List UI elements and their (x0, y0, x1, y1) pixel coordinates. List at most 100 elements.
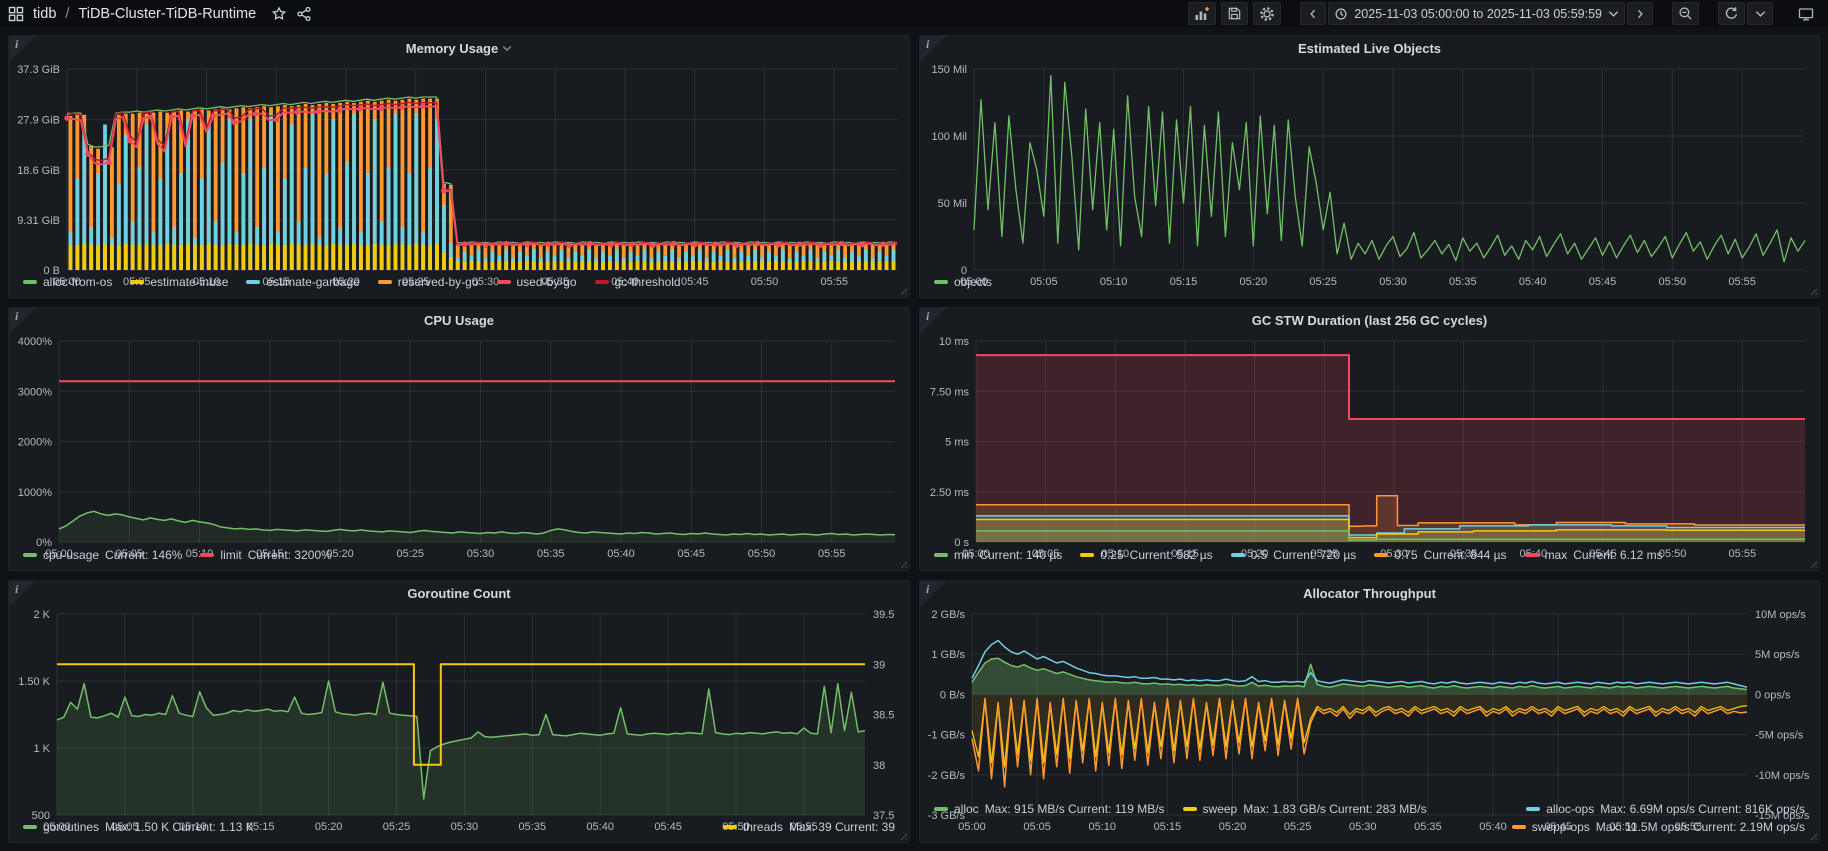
legend-item-reserved-by-go[interactable]: reserved-by-go (378, 275, 479, 289)
svg-text:2.50 ms: 2.50 ms (930, 487, 970, 499)
legend-item-0.75[interactable]: 0.75Current: 844 µs (1374, 548, 1506, 562)
panel-memory-usage: i Memory Usage 0 B9.31 GiB18.6 GiB27.9 G… (8, 35, 910, 298)
svg-text:0 B/s: 0 B/s (940, 689, 966, 701)
panel-estimated-live-objects: i Estimated Live Objects 050 Mil100 Mil1… (919, 35, 1820, 298)
star-icon[interactable] (271, 6, 287, 22)
legend-series-name: threads (743, 820, 783, 834)
legend-series-stats: Max: 915 MB/s Current: 119 MB/s (985, 802, 1165, 816)
legend-series-name: limit (220, 548, 241, 562)
legend-item-min[interactable]: minCurrent: 140 µs (934, 548, 1062, 562)
panel-header-goroutine-count[interactable]: Goroutine Count (9, 581, 909, 606)
save-dashboard-button[interactable] (1221, 2, 1248, 25)
legend-item-threads[interactable]: threadsMax: 39 Current: 39 (723, 820, 895, 834)
legend-item-max[interactable]: maxCurrent: 6.12 ms (1525, 548, 1663, 562)
cpu-usage-chart[interactable]: 0%1000%2000%3000%4000%05:0005:0505:1005:… (9, 333, 909, 544)
svg-text:9.31 GiB: 9.31 GiB (17, 215, 60, 227)
breadcrumb: tidb / TiDB-Cluster-TiDB-Runtime (8, 6, 312, 22)
panel-info-icon[interactable]: i (9, 581, 35, 607)
legend-series-name: 0.5 (1251, 548, 1268, 562)
breadcrumb-dashboard-title[interactable]: TiDB-Cluster-TiDB-Runtime (78, 6, 256, 22)
legend-series-stats: Current: 6.12 ms (1573, 548, 1662, 562)
panel-header-cpu-usage[interactable]: CPU Usage (9, 308, 909, 333)
share-icon[interactable] (296, 6, 312, 22)
svg-text:10M ops/s: 10M ops/s (1755, 609, 1806, 621)
panel-header-estimated-live-objects[interactable]: Estimated Live Objects (920, 36, 1819, 61)
apps-grid-icon[interactable] (8, 6, 24, 22)
memory-usage-chart[interactable]: 0 B9.31 GiB18.6 GiB27.9 GiB37.3 GiB05:00… (9, 61, 909, 272)
legend-swatch (130, 280, 144, 284)
legend-series-name: 0.75 (1394, 548, 1417, 562)
legend-series-stats: Max: 1.83 GB/s Current: 283 MB/s (1243, 802, 1426, 816)
legend-item-objects[interactable]: objects (934, 275, 992, 289)
estimated-live-objects-chart[interactable]: 050 Mil100 Mil150 Mil05:0005:0505:1005:1… (920, 61, 1819, 272)
panel-header-memory-usage[interactable]: Memory Usage (9, 36, 909, 61)
panel-info-icon[interactable]: i (920, 308, 946, 334)
panel-title: Allocator Throughput (1303, 586, 1436, 601)
legend-item-goroutines[interactable]: goroutinesMax: 1.50 K Current: 1.13 K (23, 820, 254, 834)
legend-swatch (723, 825, 737, 829)
memory-usage-legend: alloc-from-os estimate-inuse estimate-garb… (9, 272, 909, 297)
legend-swatch (1374, 553, 1388, 557)
legend-item-estimate-garbage[interactable]: estimate-garbage (246, 275, 359, 289)
legend-item-alloc-ops[interactable]: alloc-opsMax: 6.69M ops/s Current: 816K … (1526, 802, 1805, 816)
panel-gc-stw-duration: i GC STW Duration (last 256 GC cycles) 0… (919, 307, 1820, 570)
svg-text:37.3 GiB: 37.3 GiB (17, 64, 60, 76)
svg-text:7.50 ms: 7.50 ms (930, 387, 970, 399)
panel-info-icon[interactable]: i (920, 36, 946, 62)
goroutine-count-chart[interactable]: 5001 K1.50 K2 K37.53838.53939.505:0005:0… (9, 606, 909, 817)
allocator-throughput-chart[interactable]: 2 GB/s1 GB/s0 B/s-1 GB/s-2 GB/s-3 GB/s10… (920, 606, 1819, 799)
breadcrumb-folder[interactable]: tidb (33, 6, 56, 22)
legend-item-alloc[interactable]: alloc Max: 915 MB/s Current: 119 MB/s (934, 802, 1165, 816)
legend-item-0.5[interactable]: 0.5 Current: 720 µs (1231, 548, 1357, 562)
panel-info-icon[interactable]: i (9, 308, 35, 334)
svg-text:10 ms: 10 ms (939, 336, 969, 348)
legend-item-limit[interactable]: limit Current: 3200% (200, 548, 331, 562)
legend-series-name: reserved-by-go (398, 275, 479, 289)
time-shift-back-button[interactable] (1300, 2, 1326, 25)
panel-header-gc-stw-duration[interactable]: GC STW Duration (last 256 GC cycles) (920, 308, 1819, 333)
settings-gear-button[interactable] (1253, 2, 1281, 25)
kiosk-tv-button[interactable] (1792, 2, 1820, 25)
legend-swatch (1183, 807, 1197, 811)
legend-series-stats: Max: 11.5M ops/s Current: 2.19M ops/s (1596, 820, 1805, 834)
time-range-picker[interactable]: 2025-11-03 05:00:00 to 2025-11-03 05:59:… (1328, 2, 1625, 25)
zoom-out-button[interactable] (1672, 2, 1699, 25)
time-shift-forward-button[interactable] (1627, 2, 1653, 25)
legend-item-swepp-ops[interactable]: swepp-opsMax: 11.5M ops/s Current: 2.19M… (1512, 820, 1805, 834)
legend-item-sweep[interactable]: sweepMax: 1.83 GB/s Current: 283 MB/s (1183, 802, 1427, 816)
legend-swatch (934, 553, 948, 557)
legend-series-stats: Max: 1.50 K Current: 1.13 K (105, 820, 254, 834)
svg-text:2000%: 2000% (18, 437, 52, 449)
legend-item-alloc-from-os[interactable]: alloc-from-os (23, 275, 112, 289)
cpu-usage-legend: cpu-usageCurrent: 146% limit Current: 3200… (9, 545, 909, 570)
legend-swatch (246, 280, 260, 284)
legend-series-name: cpu-usage (43, 548, 99, 562)
legend-item-estimate-inuse[interactable]: estimate-inuse (130, 275, 228, 289)
refresh-button[interactable] (1718, 2, 1745, 25)
legend-item-0.25[interactable]: 0.25Current: 582 µs (1080, 548, 1212, 562)
gc-stw-duration-chart[interactable]: 0 s2.50 ms5 ms7.50 ms10 ms05:0005:0505:1… (920, 333, 1819, 544)
legend-series-name: alloc (954, 802, 979, 816)
legend-series-stats: Current: 3200% (248, 548, 332, 562)
legend-item-gc-threshold[interactable]: gc-threshold (595, 275, 681, 289)
panel-info-icon[interactable]: i (9, 36, 35, 62)
panel-title: Memory Usage (406, 41, 498, 56)
tv-monitor-icon (1798, 6, 1814, 22)
panel-header-allocator-throughput[interactable]: Allocator Throughput (920, 581, 1819, 606)
legend-item-used-by-go[interactable]: used-by-go (497, 275, 577, 289)
clock-icon (1334, 7, 1348, 21)
svg-text:1 GB/s: 1 GB/s (931, 649, 965, 661)
panel-title: Goroutine Count (407, 586, 510, 601)
legend-swatch (497, 280, 511, 284)
legend-item-cpu-usage[interactable]: cpu-usageCurrent: 146% (23, 548, 182, 562)
legend-series-stats: Current: 720 µs (1273, 548, 1356, 562)
refresh-interval-dropdown[interactable] (1747, 2, 1773, 25)
legend-swatch (1080, 553, 1094, 557)
legend-series-name: 0.25 (1100, 548, 1123, 562)
chevron-down-icon (1755, 10, 1766, 18)
panel-info-icon[interactable]: i (920, 581, 946, 607)
svg-text:2 K: 2 K (33, 609, 50, 621)
svg-text:2 GB/s: 2 GB/s (931, 609, 965, 621)
legend-series-name: estimate-inuse (150, 275, 228, 289)
add-panel-button[interactable] (1188, 2, 1216, 25)
